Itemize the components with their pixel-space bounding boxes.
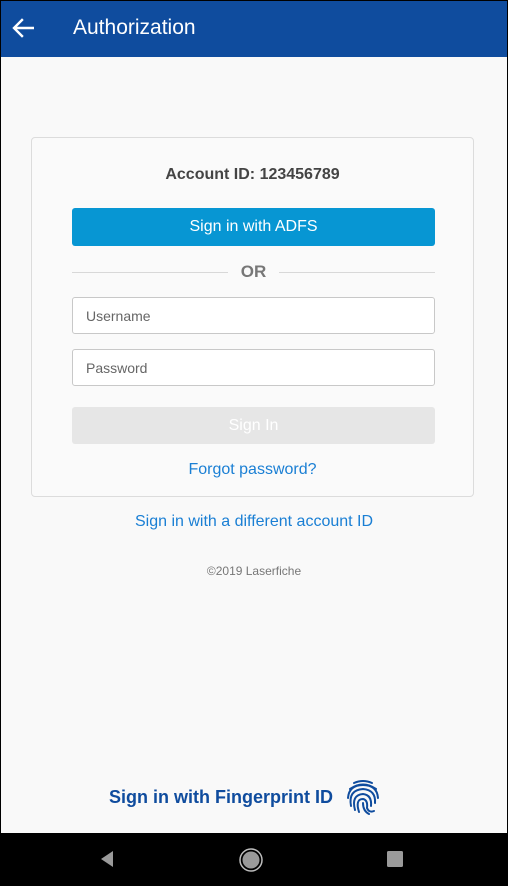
arrow-left-icon — [12, 18, 34, 38]
sign-in-button[interactable]: Sign In — [72, 407, 435, 444]
nav-home-button[interactable] — [238, 847, 264, 873]
nav-recents-square-icon — [387, 851, 403, 867]
or-divider: OR — [72, 262, 435, 282]
system-nav-bar — [0, 833, 508, 886]
page-title: Authorization — [73, 16, 196, 39]
back-button[interactable] — [10, 15, 36, 41]
fingerprint-icon — [346, 780, 379, 815]
app-bar: Authorization — [1, 1, 507, 57]
nav-recents-button[interactable] — [386, 850, 404, 868]
sign-in-adfs-button[interactable]: Sign in with ADFS — [72, 208, 435, 246]
forgot-password-link[interactable]: Forgot password? — [32, 461, 473, 479]
account-id-label: Account ID: 123456789 — [165, 166, 340, 183]
divider-line-left — [72, 271, 228, 273]
or-text: OR — [240, 262, 267, 281]
divider-line-right — [279, 271, 435, 273]
nav-back-triangle-icon — [101, 851, 113, 867]
screen: Authorization Account ID: 123456789 Sign… — [1, 1, 507, 833]
nav-back-button[interactable] — [96, 847, 120, 871]
copyright-text: ©2019 Laserfiche — [206, 564, 302, 578]
login-card: Account ID: 123456789 Sign in with ADFS … — [31, 137, 474, 497]
username-input[interactable] — [72, 297, 435, 334]
fingerprint-label: Sign in with Fingerprint ID — [109, 786, 333, 807]
fingerprint-sign-in-button[interactable]: Sign in with Fingerprint ID — [109, 777, 381, 817]
password-input[interactable] — [72, 349, 435, 386]
nav-home-circle-icon — [239, 848, 263, 872]
different-account-link[interactable]: Sign in with a different account ID — [1, 513, 507, 531]
